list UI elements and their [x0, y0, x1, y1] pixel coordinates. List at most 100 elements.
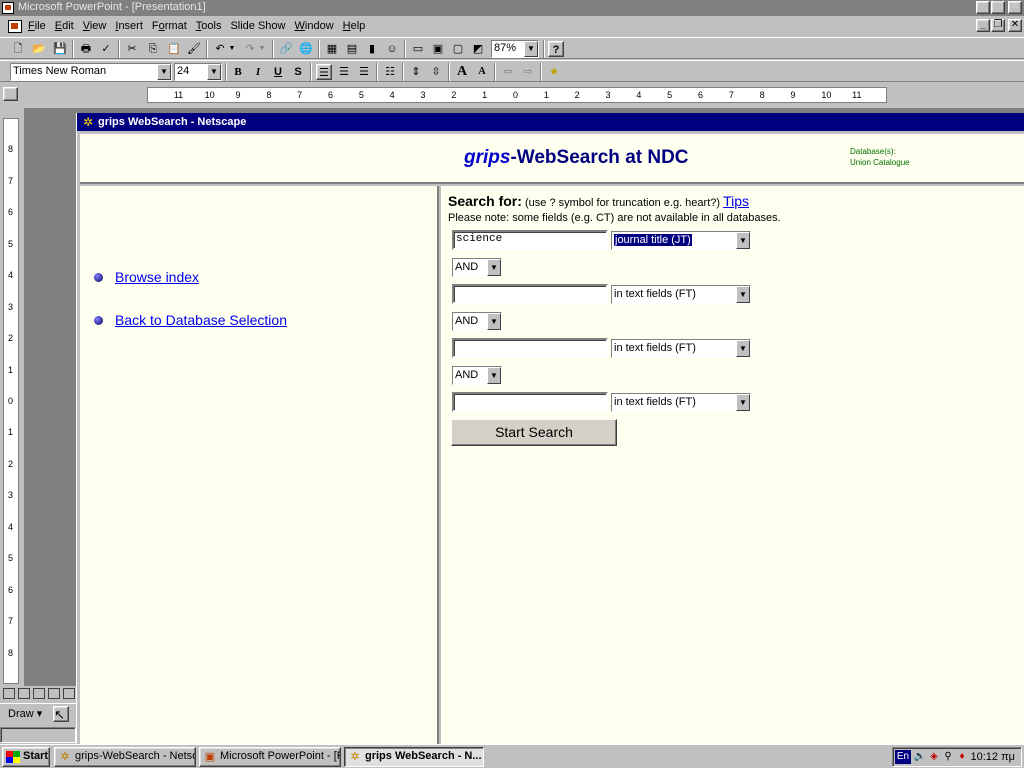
menu-slide-show[interactable]: Slide Show [230, 20, 285, 32]
increase-paragraph-spacing-icon[interactable]: ⇕ [408, 64, 424, 80]
cut-icon[interactable]: ✂ [124, 41, 140, 57]
chevron-down-icon[interactable]: ▼ [157, 64, 171, 80]
undo-dropdown-icon[interactable]: ▼ [228, 41, 236, 57]
start-button[interactable]: Start [2, 747, 50, 767]
help-icon[interactable]: ? [548, 41, 564, 57]
insert-chart-icon[interactable]: ▮ [364, 41, 380, 57]
doc-restore-icon[interactable]: ❐ [991, 19, 1005, 32]
netscape-titlebar[interactable]: ✲ grips WebSearch - Netscape [77, 113, 1024, 131]
redo-icon[interactable]: ↷ [242, 41, 258, 57]
menu-format[interactable]: Format [152, 20, 187, 32]
demote-icon[interactable]: ⇨ [520, 64, 536, 80]
redo-dropdown-icon[interactable]: ▼ [258, 41, 266, 57]
grayscale-icon[interactable]: ◩ [470, 41, 486, 57]
menu-help[interactable]: Help [343, 20, 366, 32]
chevron-down-icon[interactable]: ▼ [524, 41, 538, 57]
restore-icon[interactable]: ❐ [991, 1, 1005, 14]
align-right-icon[interactable]: ☰ [356, 64, 372, 80]
apply-design-icon[interactable]: ▢ [450, 41, 466, 57]
field-select-2[interactable]: in text fields (FT) ▼ [611, 285, 751, 304]
language-indicator[interactable]: En [895, 750, 911, 764]
field-select-4[interactable]: in text fields (FT) ▼ [611, 393, 751, 412]
chevron-down-icon[interactable]: ▼ [487, 313, 501, 330]
chevron-down-icon[interactable]: ▼ [207, 64, 221, 80]
format-painter-icon[interactable]: 🖌 [186, 41, 202, 57]
taskbar-item-netscape[interactable]: ✲ grips-WebSearch - Netsca... [54, 747, 196, 767]
search-term-input-1[interactable]: science [452, 230, 608, 250]
copy-icon[interactable]: ⎘ [145, 41, 161, 57]
menu-window[interactable]: Window [295, 20, 334, 32]
operator-select-3[interactable]: AND ▼ [452, 366, 502, 385]
animation-effects-icon[interactable]: ★ [546, 64, 562, 80]
new-icon[interactable]: 🗋 [10, 41, 26, 57]
print-icon[interactable]: 🖶 [78, 41, 94, 57]
slide-show-icon[interactable] [63, 688, 75, 699]
spelling-icon[interactable]: ✓ [98, 41, 114, 57]
operator-select-2[interactable]: AND ▼ [452, 312, 502, 331]
tips-link[interactable]: Tips [723, 193, 749, 209]
chevron-down-icon[interactable]: ▼ [736, 394, 750, 411]
font-select[interactable]: Times New Roman ▼ [10, 63, 172, 81]
menu-edit[interactable]: Edit [55, 20, 74, 32]
increase-font-size-icon[interactable]: A [454, 64, 470, 80]
align-left-icon[interactable]: ☰ [316, 64, 332, 80]
menu-tools[interactable]: Tools [196, 20, 222, 32]
doc-minimize-icon[interactable]: _ [976, 19, 990, 32]
new-slide-icon[interactable]: ▭ [410, 41, 426, 57]
chevron-down-icon[interactable]: ▼ [487, 367, 501, 384]
close-icon[interactable]: ✕ [1008, 1, 1022, 14]
bullets-icon[interactable]: ☷ [382, 64, 398, 80]
search-term-input-4[interactable] [452, 392, 608, 412]
decrease-paragraph-spacing-icon[interactable]: ⇳ [428, 64, 444, 80]
save-icon[interactable]: 💾 [52, 41, 68, 57]
taskbar-item-powerpoint[interactable]: ▣ Microsoft PowerPoint - [Pr... [199, 747, 341, 767]
insert-excel-icon[interactable]: ▤ [344, 41, 360, 57]
web-toolbar-icon[interactable]: 🌐 [298, 41, 314, 57]
doc-close-icon[interactable]: ✕ [1008, 19, 1022, 32]
minimize-icon[interactable]: _ [976, 1, 990, 14]
network-icon[interactable]: ⚲ [941, 750, 955, 764]
underline-icon[interactable]: U [270, 64, 286, 80]
search-term-input-3[interactable] [452, 338, 608, 358]
insert-clipart-icon[interactable]: ☺ [384, 41, 400, 57]
hyperlink-icon[interactable]: 🔗 [278, 41, 294, 57]
menu-insert[interactable]: Insert [115, 20, 143, 32]
tray-app-icon[interactable]: ♦ [955, 750, 969, 764]
field-select-3[interactable]: in text fields (FT) ▼ [611, 339, 751, 358]
shadow-icon[interactable]: S [290, 64, 306, 80]
bold-icon[interactable]: B [230, 64, 246, 80]
slide-layout-icon[interactable]: ▣ [430, 41, 446, 57]
menu-file[interactable]: File [28, 20, 46, 32]
paste-icon[interactable]: 📋 [166, 41, 182, 57]
menu-view[interactable]: View [83, 20, 107, 32]
document-icon[interactable] [8, 20, 22, 33]
notes-view-icon[interactable] [48, 688, 60, 699]
horizontal-ruler[interactable]: 11 10 9 8 7 6 5 4 3 2 1 0 1 2 3 4 5 6 7 8 9 10 11 [147, 87, 887, 103]
insert-word-table-icon[interactable]: ▦ [324, 41, 340, 57]
align-center-icon[interactable]: ☰ [336, 64, 352, 80]
operator-select-1[interactable]: AND ▼ [452, 258, 502, 277]
volume-icon[interactable]: 🔈 [913, 750, 927, 764]
search-term-input-2[interactable] [452, 284, 608, 304]
vertical-ruler[interactable]: 8 7 6 5 4 3 2 1 0 1 2 3 4 5 6 7 8 [3, 118, 19, 684]
select-objects-icon[interactable]: ↖ [53, 706, 69, 722]
taskbar-item-grips-websearch[interactable]: ✲ grips WebSearch - N... [344, 747, 484, 767]
field-select-1[interactable]: journal title (JT) ▼ [611, 231, 751, 250]
start-search-button[interactable]: Start Search [451, 419, 617, 446]
powerpoint-icon[interactable] [2, 2, 14, 14]
chevron-down-icon[interactable]: ▼ [736, 232, 750, 249]
italic-icon[interactable]: I [250, 64, 266, 80]
chevron-down-icon[interactable]: ▼ [736, 340, 750, 357]
outline-view-icon[interactable] [18, 688, 30, 699]
browse-index-link[interactable]: Browse index [115, 269, 199, 285]
font-size-select[interactable]: 24 ▼ [174, 63, 222, 81]
draw-menu-button[interactable]: Draw ▾ [8, 707, 42, 720]
back-to-database-selection-link[interactable]: Back to Database Selection [115, 312, 287, 328]
chevron-down-icon[interactable]: ▼ [487, 259, 501, 276]
promote-icon[interactable]: ⇦ [500, 64, 516, 80]
slide-sorter-view-icon[interactable] [33, 688, 45, 699]
antivirus-icon[interactable]: ◈ [927, 750, 941, 764]
chevron-down-icon[interactable]: ▼ [736, 286, 750, 303]
zoom-select[interactable]: 87% ▼ [491, 40, 539, 58]
decrease-font-size-icon[interactable]: A [474, 64, 490, 80]
